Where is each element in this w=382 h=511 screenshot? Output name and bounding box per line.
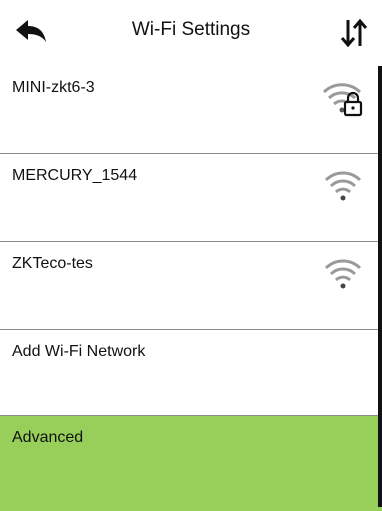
wifi-network-list: MINI-zkt6-3 MERCURY_1544 ZKTeco-tes Add …	[0, 66, 382, 511]
network-item[interactable]: MINI-zkt6-3	[0, 66, 382, 154]
page-title: Wi-Fi Settings	[131, 19, 251, 40]
wifi-icon	[324, 171, 362, 201]
advanced-label: Advanced	[12, 429, 84, 446]
add-wifi-network-item[interactable]: Add Wi-Fi Network	[0, 330, 382, 416]
scrollbar[interactable]	[378, 66, 382, 507]
sort-icon	[340, 18, 368, 48]
network-name: MERCURY_1544	[12, 167, 138, 184]
advanced-item[interactable]: Advanced	[0, 416, 382, 511]
header-bar: Wi-Fi Settings	[0, 0, 382, 66]
wifi-icon	[324, 259, 362, 289]
network-item[interactable]: ZKTeco-tes	[0, 242, 382, 330]
network-name: ZKTeco-tes	[12, 255, 93, 272]
wifi-lock-icon	[322, 83, 363, 117]
add-wifi-network-label: Add Wi-Fi Network	[12, 343, 146, 360]
network-name: MINI-zkt6-3	[12, 79, 95, 96]
sort-button[interactable]	[340, 17, 368, 49]
network-item[interactable]: MERCURY_1544	[0, 154, 382, 242]
